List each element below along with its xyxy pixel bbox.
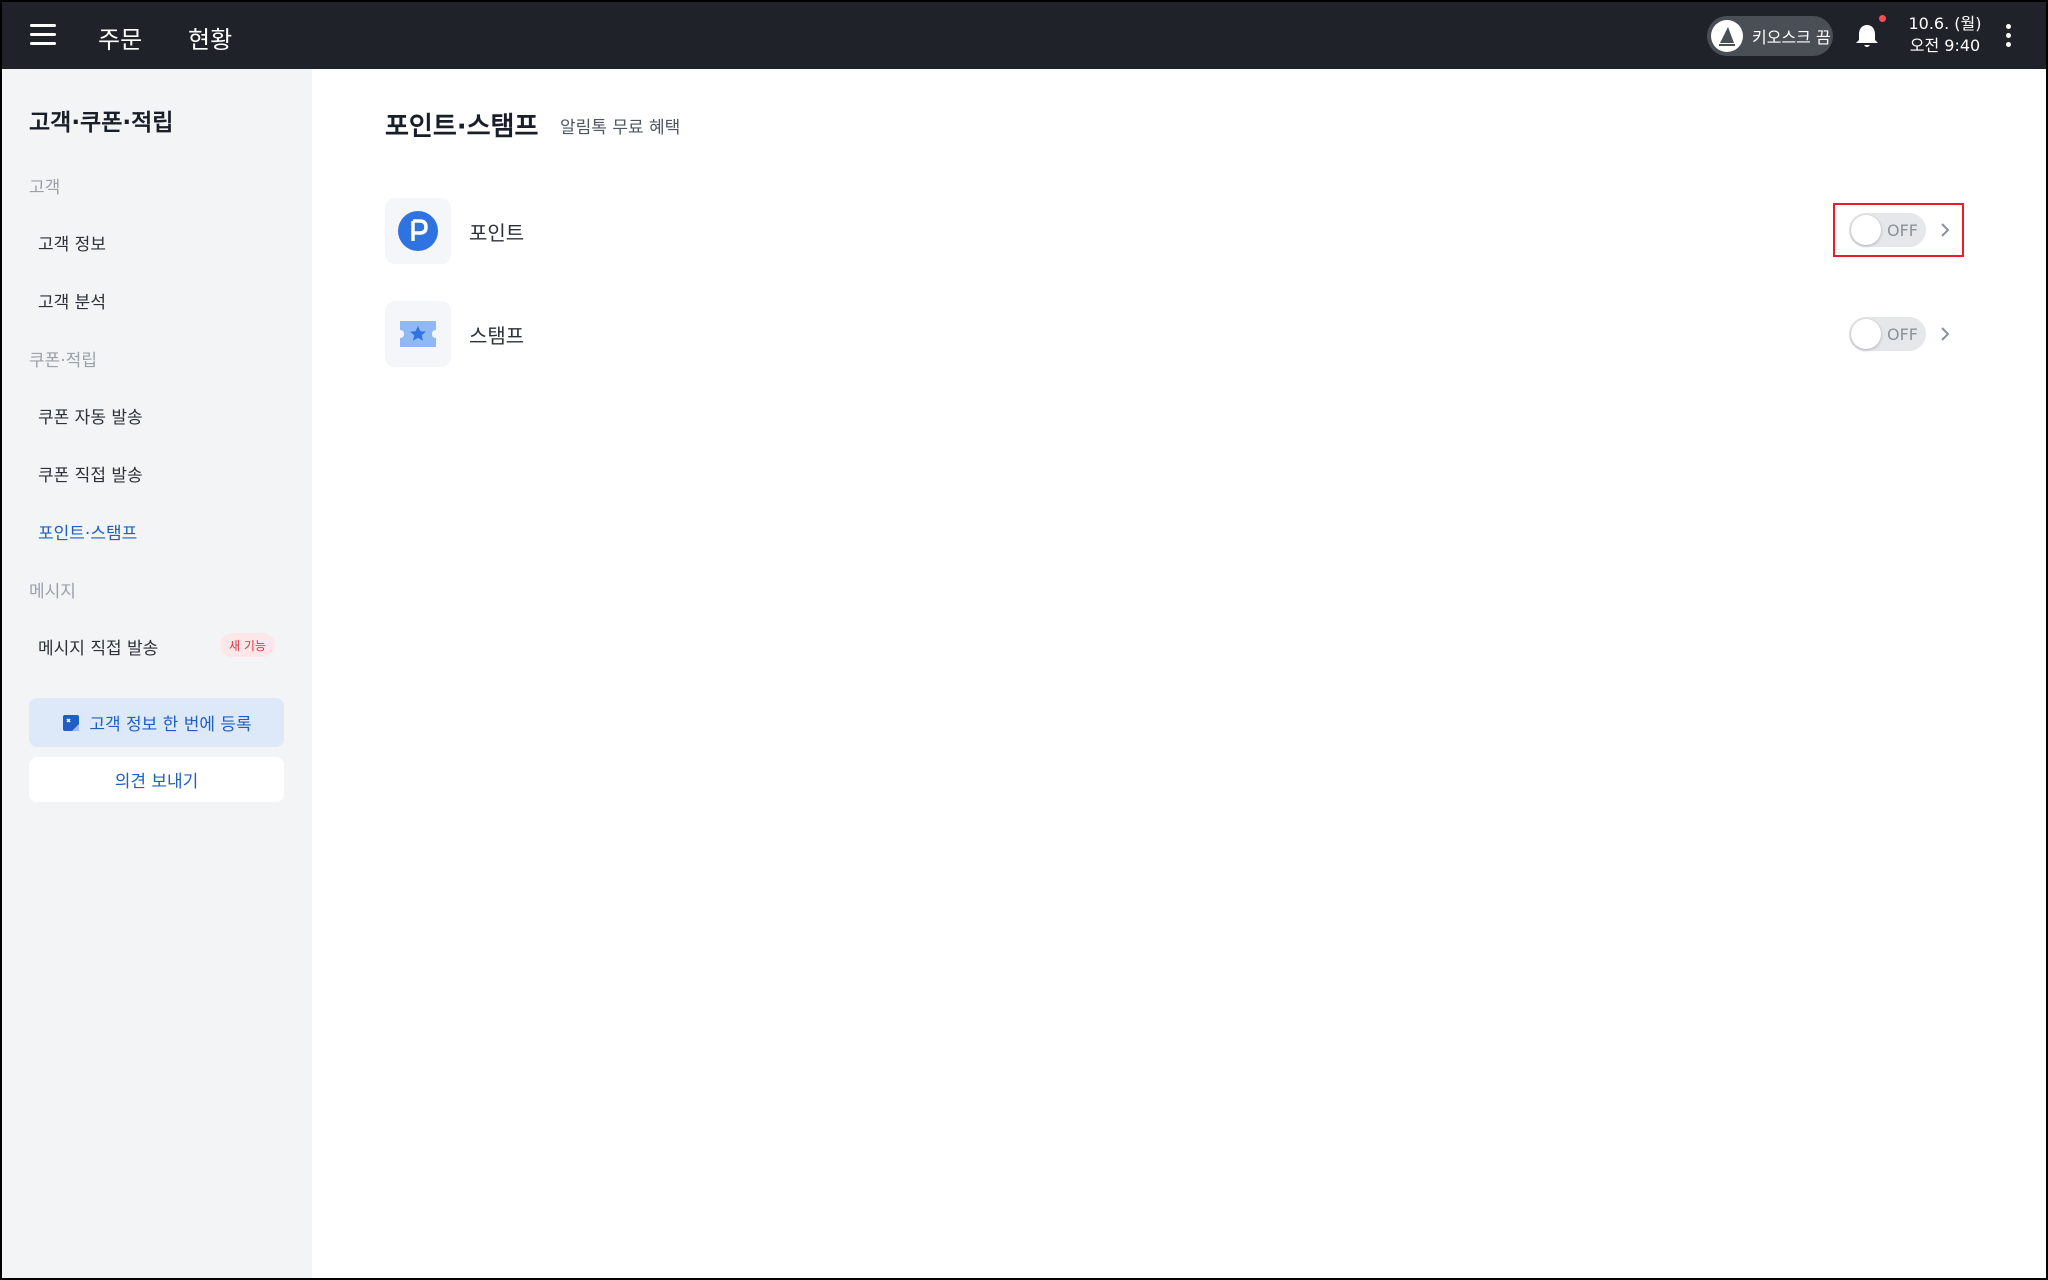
point-row-label[interactable]: 포인트: [469, 217, 524, 246]
sidebar: 고객·쿠폰·적립 고객 고객 정보 고객 분석 쿠폰·적립 쿠폰 자동 발송 쿠…: [2, 69, 312, 1278]
stamp-row-label[interactable]: 스탬프: [469, 320, 524, 349]
sidebar-section-coupon: 쿠폰·적립: [29, 351, 97, 371]
sidebar-item-point-stamp[interactable]: 포인트·스탬프: [38, 519, 137, 544]
sidebar-item-message-direct[interactable]: 메시지 직접 발송: [38, 634, 158, 659]
toggle-state-label: OFF: [1887, 325, 1918, 344]
time-text: 오전 9:40: [1909, 36, 1981, 55]
menu-icon[interactable]: [30, 24, 56, 46]
sidebar-item-customer-info[interactable]: 고객 정보: [38, 230, 106, 255]
nav-tab-status[interactable]: 현황: [188, 20, 232, 55]
nav-tab-order[interactable]: 주문: [98, 20, 142, 55]
notification-dot: [1879, 15, 1886, 22]
kiosk-status-button[interactable]: 키오스크 끔: [1707, 16, 1833, 56]
sidebar-item-coupon-auto[interactable]: 쿠폰 자동 발송: [38, 403, 143, 428]
top-bar: 주문 현황 키오스크 끔 10.6. (월) 오전 9:40: [2, 2, 2046, 69]
sidebar-section-message: 메시지: [29, 582, 76, 602]
kiosk-status-label: 키오스크 끔: [1752, 28, 1831, 47]
page-title: 포인트·스탬프: [385, 112, 539, 142]
send-feedback-button[interactable]: 의견 보내기: [29, 757, 284, 802]
highlight-box: [1833, 203, 1964, 257]
notification-bell-icon[interactable]: [1852, 21, 1882, 51]
kiosk-icon: [1711, 20, 1743, 52]
sidebar-section-customer: 고객: [29, 178, 61, 198]
point-p-icon: [385, 198, 451, 264]
stamp-chevron-right-icon[interactable]: [1938, 325, 1952, 343]
new-feature-badge: 새 기능: [220, 633, 275, 657]
date-text: 10.6. (월): [1908, 14, 1982, 33]
stamp-ticket-icon: [385, 301, 451, 367]
page-subtitle: 알림톡 무료 혜택: [560, 118, 681, 138]
toggle-knob: [1851, 319, 1881, 349]
sidebar-item-customer-analysis[interactable]: 고객 분석: [38, 288, 106, 313]
more-options-icon[interactable]: [2003, 24, 2013, 48]
bulk-register-button[interactable]: 고객 정보 한 번에 등록: [29, 698, 284, 747]
stamp-toggle[interactable]: OFF: [1849, 317, 1926, 351]
bulk-register-label: 고객 정보 한 번에 등록: [89, 715, 252, 735]
sidebar-item-coupon-direct[interactable]: 쿠폰 직접 발송: [38, 461, 143, 486]
register-sheet-icon: [63, 714, 80, 731]
sidebar-title: 고객·쿠폰·적립: [29, 110, 174, 136]
app-window: 주문 현황 키오스크 끔 10.6. (월) 오전 9:40 고객·쿠폰·적립 …: [2, 2, 2046, 1278]
datetime: 10.6. (월) 오전 9:40: [1897, 13, 1993, 57]
